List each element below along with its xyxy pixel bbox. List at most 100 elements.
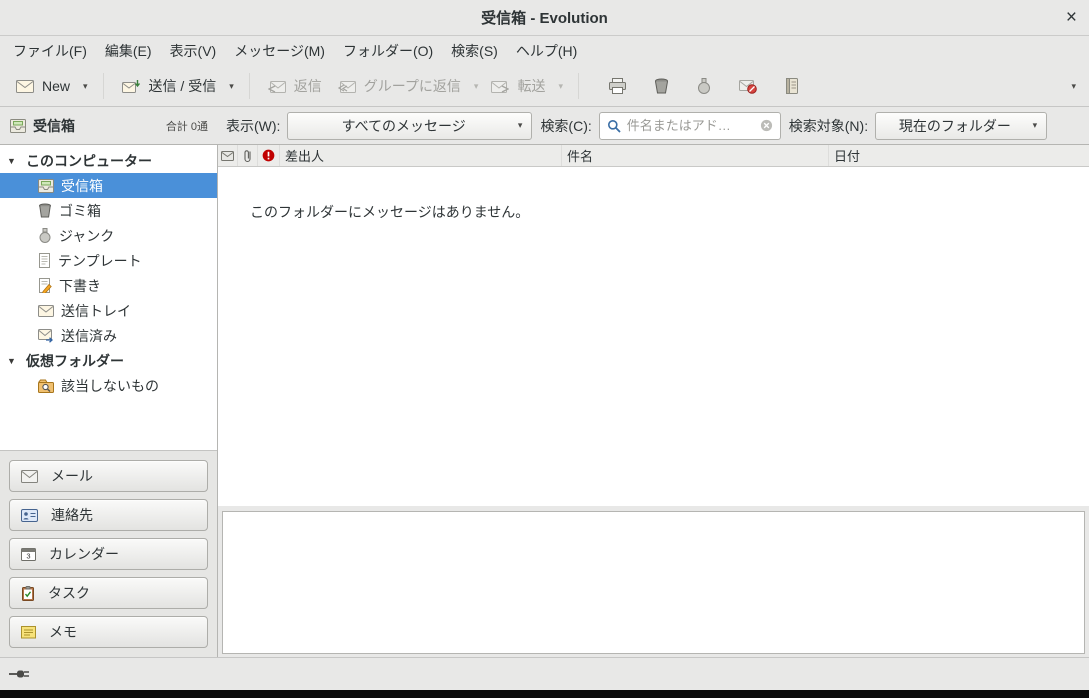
sidebar-item-label: 下書き (59, 276, 101, 296)
group-reply-button[interactable]: グループに返信 (330, 71, 469, 101)
sidebar-item-junk[interactable]: ジャンク (0, 223, 217, 248)
message-list: このフォルダーにメッセージはありません。 (218, 167, 1089, 506)
message-list-header: 差出人 件名 日付 (218, 145, 1089, 167)
desktop-strip (0, 690, 1089, 698)
new-button-label: New (42, 78, 70, 94)
addressbook-button[interactable] (781, 74, 803, 98)
search-field[interactable] (599, 112, 781, 140)
toolbar-overflow-button[interactable]: ▾ (1066, 76, 1081, 97)
junk-button[interactable] (693, 74, 715, 98)
trash-icon (38, 203, 52, 218)
sidebar: ▼ このコンピューター 受信箱 ゴミ箱 (0, 145, 218, 657)
send-receive-label: 送信 / 受信 (149, 76, 217, 96)
clear-search-icon[interactable] (760, 119, 773, 132)
sidebar-item-outbox[interactable]: 送信トレイ (0, 298, 217, 323)
delete-button[interactable] (650, 74, 673, 98)
current-folder-info: 受信箱 合計 0通 (0, 116, 218, 136)
menu-file[interactable]: ファイル(F) (4, 36, 96, 66)
mail-icon (21, 470, 38, 483)
preview-pane (222, 511, 1085, 654)
expander-triangle-icon[interactable]: ▼ (7, 356, 19, 366)
new-dropdown-arrow-icon[interactable]: ▾ (78, 76, 93, 97)
sidebar-item-label: 送信済み (61, 326, 117, 346)
sidebar-group-this-computer[interactable]: ▼ このコンピューター (0, 148, 217, 173)
junk-icon (38, 228, 52, 243)
not-junk-button[interactable] (735, 75, 761, 98)
sidebar-item-label: ジャンク (59, 226, 114, 246)
column-date[interactable]: 日付 (829, 145, 1089, 166)
switcher-contacts-button[interactable]: 連絡先 (9, 499, 208, 531)
forward-dropdown-arrow-icon[interactable]: ▾ (553, 76, 568, 97)
switcher-calendar-button[interactable]: 3 カレンダー (9, 538, 208, 570)
switcher-tasks-button[interactable]: タスク (9, 577, 208, 609)
switcher-memos-button[interactable]: メモ (9, 616, 208, 648)
menu-edit[interactable]: 編集(E) (96, 36, 161, 66)
send-receive-icon (122, 79, 141, 94)
show-filter-value: すべてのメッセージ (297, 116, 509, 136)
menu-view[interactable]: 表示(V) (161, 36, 226, 66)
current-folder-name: 受信箱 (33, 116, 75, 136)
expander-triangle-icon[interactable]: ▼ (7, 156, 19, 166)
send-receive-dropdown-arrow-icon[interactable]: ▾ (224, 76, 239, 97)
priority-icon (262, 149, 275, 162)
forward-button[interactable]: 転送 (483, 71, 553, 101)
svg-text:3: 3 (26, 552, 30, 561)
show-filter-label: 表示(W): (226, 116, 280, 136)
folder-total-count: 合計 0通 (166, 118, 208, 134)
component-switcher: メール 連絡先 3 カレンダー (0, 450, 217, 657)
toolbar-separator (249, 73, 250, 99)
status-bar (0, 657, 1089, 690)
sidebar-item-label: ゴミ箱 (59, 201, 101, 221)
menu-help[interactable]: ヘルプ(H) (507, 36, 586, 66)
window-title: 受信箱 - Evolution (481, 7, 608, 28)
sidebar-item-unmatched[interactable]: 該当しないもの (0, 373, 217, 398)
chevron-down-icon: ▾ (1025, 120, 1038, 131)
switcher-button-label: メール (51, 466, 93, 486)
sidebar-item-sent[interactable]: 送信済み (0, 323, 217, 348)
reply-label: 返信 (294, 76, 322, 96)
toolbar-separator (578, 73, 579, 99)
column-subject[interactable]: 件名 (562, 145, 829, 166)
switcher-mail-button[interactable]: メール (9, 460, 208, 492)
switcher-button-label: 連絡先 (51, 505, 93, 525)
sidebar-item-label: 受信箱 (61, 176, 103, 196)
toolbar-separator (103, 73, 104, 99)
close-button[interactable]: × (1066, 0, 1077, 35)
search-scope-dropdown[interactable]: 現在のフォルダー ▾ (875, 112, 1047, 140)
group-reply-dropdown-arrow-icon[interactable]: ▾ (469, 76, 484, 97)
column-status[interactable] (218, 145, 238, 166)
column-priority[interactable] (258, 145, 280, 166)
message-status-icon (221, 151, 234, 161)
search-icon (607, 119, 621, 133)
forward-label: 転送 (517, 76, 545, 96)
sidebar-item-drafts[interactable]: 下書き (0, 273, 217, 298)
search-scope-value: 現在のフォルダー (885, 116, 1024, 136)
chevron-down-icon: ▾ (510, 120, 523, 131)
sidebar-item-label: 該当しないもの (61, 376, 159, 396)
sidebar-item-inbox[interactable]: 受信箱 (0, 173, 217, 198)
menu-search[interactable]: 検索(S) (442, 36, 507, 66)
send-receive-button[interactable]: 送信 / 受信 (114, 71, 225, 101)
show-filter-dropdown[interactable]: すべてのメッセージ ▾ (287, 112, 532, 140)
search-input[interactable] (627, 118, 754, 133)
column-attachment[interactable] (238, 145, 258, 166)
reply-button[interactable]: 返信 (260, 71, 330, 101)
forward-icon (491, 79, 509, 93)
column-sender[interactable]: 差出人 (280, 145, 562, 166)
calendar-icon: 3 (21, 547, 36, 561)
new-message-button[interactable]: New (8, 73, 78, 99)
switcher-button-label: メモ (49, 622, 77, 642)
group-reply-label: グループに返信 (364, 76, 461, 96)
menu-folder[interactable]: フォルダー(O) (334, 36, 442, 66)
sidebar-item-trash[interactable]: ゴミ箱 (0, 198, 217, 223)
print-button[interactable] (605, 74, 630, 98)
menu-message[interactable]: メッセージ(M) (225, 36, 334, 66)
folder-tree: ▼ このコンピューター 受信箱 ゴミ箱 (0, 145, 217, 450)
draft-icon (38, 278, 52, 293)
titlebar: 受信箱 - Evolution × (0, 0, 1089, 36)
memos-icon (21, 625, 36, 639)
message-pane: 差出人 件名 日付 このフォルダーにメッセージはありません。 (218, 145, 1089, 657)
sidebar-item-templates[interactable]: テンプレート (0, 248, 217, 273)
sidebar-group-search-folders[interactable]: ▼ 仮想フォルダー (0, 348, 217, 373)
online-status-icon[interactable] (9, 668, 35, 680)
